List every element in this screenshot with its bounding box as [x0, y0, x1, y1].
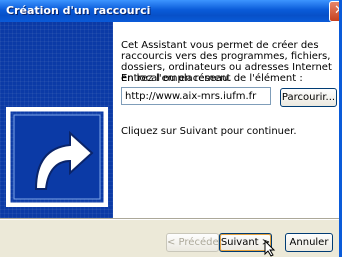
- close-button[interactable]: ✕: [329, 1, 339, 22]
- browse-button[interactable]: Parcourir...: [280, 88, 337, 107]
- wizard-side-panel: [0, 22, 113, 218]
- window-title: Création d'un raccourci: [6, 4, 151, 17]
- create-shortcut-dialog: Création d'un raccourci ✕ Cet Assistant …: [0, 0, 342, 257]
- location-label: Entrez l'emplacement de l'élément :: [121, 73, 303, 84]
- continue-hint: Cliquez sur Suivant pour continuer.: [121, 126, 297, 137]
- cancel-button[interactable]: Annuler: [285, 233, 333, 252]
- wizard-content: Cet Assistant vous permet de créer des r…: [113, 22, 339, 218]
- back-button[interactable]: < Précédent: [166, 233, 229, 252]
- shortcut-arrow-icon: [6, 107, 108, 207]
- mouse-cursor-icon: [264, 240, 276, 257]
- title-bar[interactable]: Création d'un raccourci ✕: [0, 0, 339, 22]
- location-input[interactable]: [121, 87, 271, 105]
- footer-separator: [0, 218, 339, 220]
